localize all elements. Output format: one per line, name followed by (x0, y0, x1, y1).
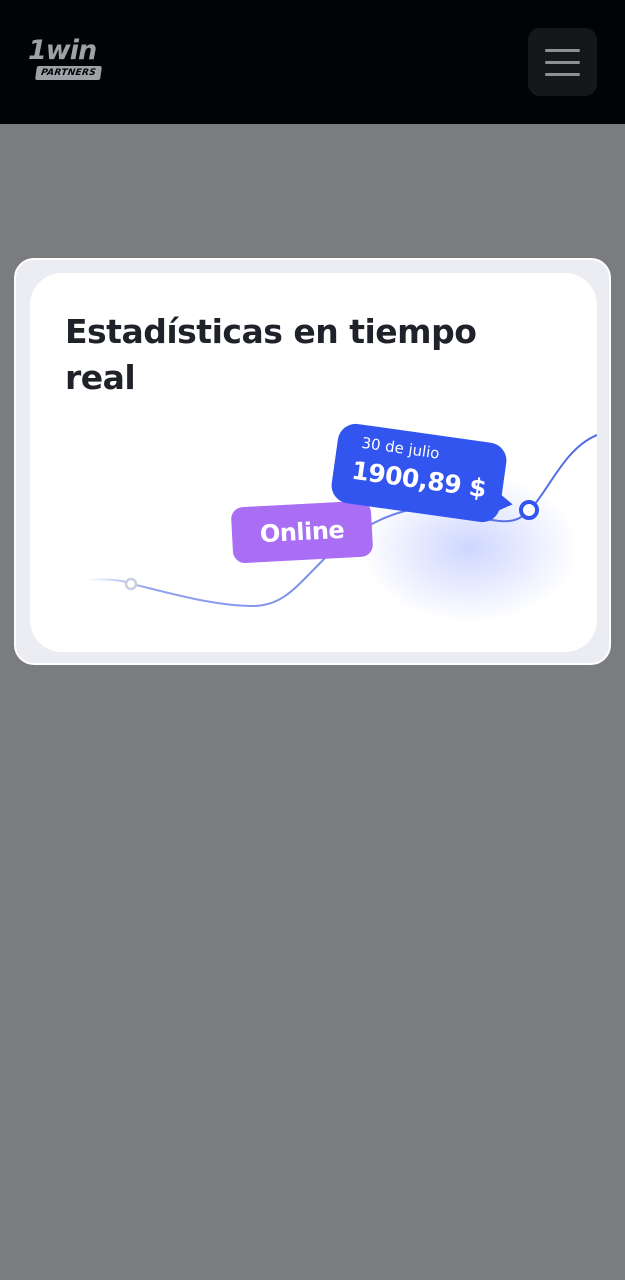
tooltip-amount: 1900,89 $ (349, 455, 488, 504)
top-header: 1win PARTNERS (0, 0, 625, 124)
brand-logo[interactable]: 1win PARTNERS (28, 36, 112, 86)
feature-card-content: Estadísticas en tiempo real Online 30 de… (30, 273, 597, 652)
online-badge: Online (230, 500, 374, 564)
hamburger-icon-bar-middle (545, 61, 580, 64)
feature-card: Estadísticas en tiempo real Online 30 de… (14, 258, 611, 665)
highlight-point-marker (519, 500, 539, 520)
card-title: Estadísticas en tiempo real (65, 312, 477, 397)
logo-partners-tag: PARTNERS (35, 66, 102, 80)
hamburger-menu-button[interactable] (528, 28, 597, 96)
hamburger-icon-bar-top (545, 49, 580, 52)
hamburger-icon-bar-bottom (545, 73, 580, 76)
start-point-marker (124, 577, 138, 591)
logo-wordmark: 1win (28, 35, 97, 66)
